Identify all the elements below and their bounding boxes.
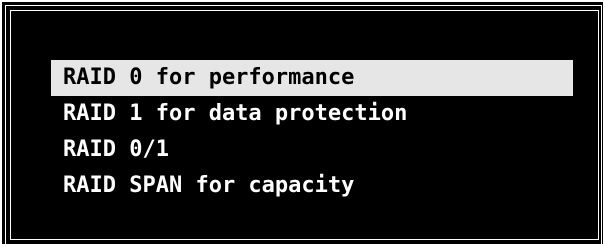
raid-level-dialog: RAID 0 for performance RAID 1 for data p… [0,0,605,246]
menu-item-raid-1[interactable]: RAID 1 for data protection [51,96,573,132]
menu-item-raid-0[interactable]: RAID 0 for performance [51,60,573,96]
raid-level-menu: RAID 0 for performance RAID 1 for data p… [51,60,573,204]
menu-item-raid-span[interactable]: RAID SPAN for capacity [51,168,573,204]
menu-item-raid-0-1[interactable]: RAID 0/1 [51,132,573,168]
